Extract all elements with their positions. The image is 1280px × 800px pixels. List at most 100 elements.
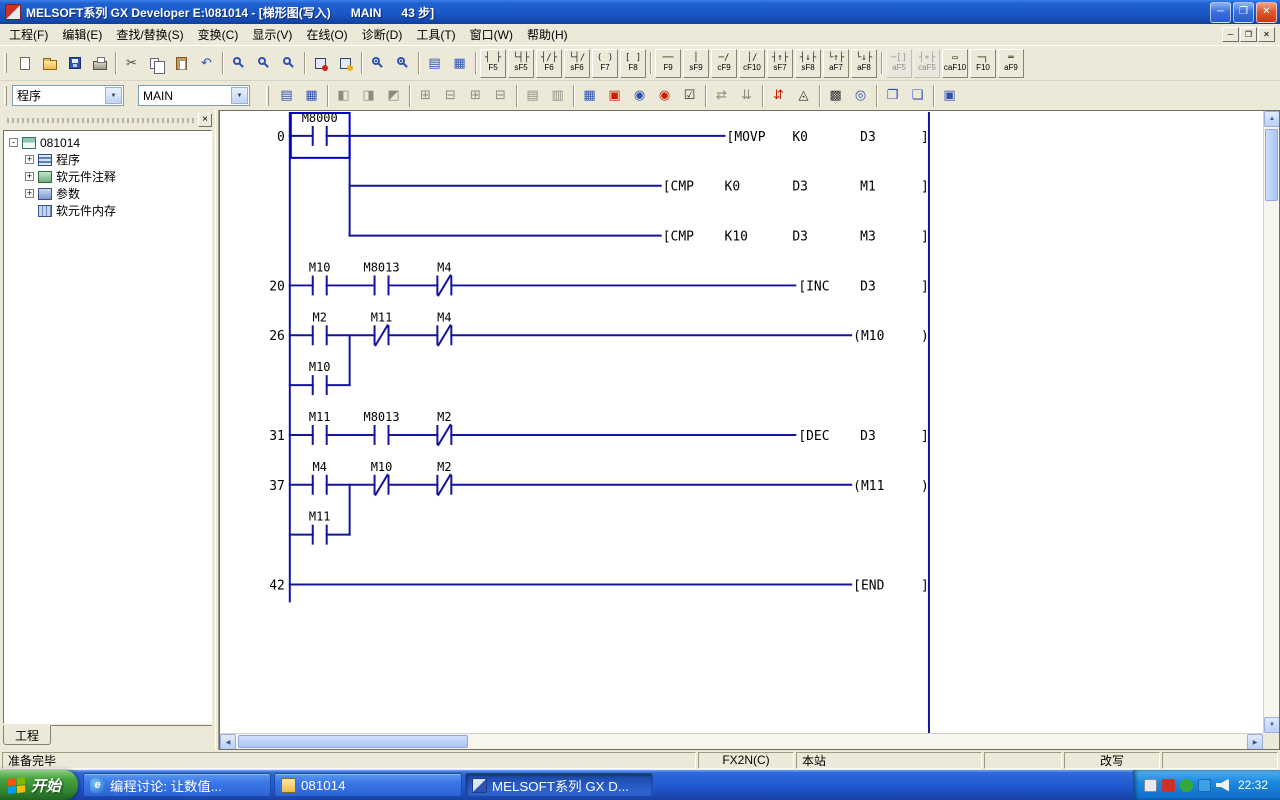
read-mode-button[interactable]: ◧ <box>331 83 356 108</box>
ladder-symbol-sF5-button[interactable]: └┤├sF5 <box>508 49 534 78</box>
ladder-symbol-sF7-button[interactable]: ┤↑├sF7 <box>767 49 793 78</box>
ladder-contact-M10[interactable]: M10 <box>309 260 331 294</box>
program-check-button[interactable]: ☑ <box>677 83 702 108</box>
menu-item-4[interactable]: 显示(V) <box>245 23 299 46</box>
menu-item-3[interactable]: 变换(C) <box>191 23 246 46</box>
ladder-editor[interactable]: M8000M10M8013M4M2M11M4M10M11M8013M2M4M10… <box>219 110 1280 750</box>
mdi-restore-button[interactable]: ❐ <box>1240 27 1257 42</box>
ladder-contact-M2[interactable]: M2 <box>437 410 451 445</box>
insert-row-button[interactable]: ⊞ <box>413 83 438 108</box>
replace-button[interactable] <box>276 51 301 76</box>
menu-item-2[interactable]: 查找/替换(S) <box>109 23 190 46</box>
expand-icon[interactable]: + <box>25 155 34 164</box>
ladder-symbol-cF10-button[interactable]: │/cF10 <box>739 49 765 78</box>
program-type-combobox[interactable]: 程序 ▼ <box>12 85 124 106</box>
horizontal-scrollbar-thumb[interactable] <box>238 735 468 748</box>
ladder-symbol-aF7-button[interactable]: └↑├aF7 <box>823 49 849 78</box>
find-button[interactable] <box>226 51 251 76</box>
zoom-in-button[interactable] <box>365 51 390 76</box>
ladder-symbol-F10-button[interactable]: ─┐F10 <box>970 49 996 78</box>
minimize-button[interactable]: ─ <box>1210 2 1231 23</box>
project-tree[interactable]: - 081014 +程序+软元件注释+参数软元件内存 <box>3 130 212 724</box>
transfer-setup-button[interactable]: ⇄ <box>709 83 734 108</box>
convert-button[interactable] <box>308 51 333 76</box>
write-to-plc-button[interactable]: ⇊ <box>734 83 759 108</box>
statement-edit-button[interactable]: ▥ <box>545 83 570 108</box>
ladder-contact-M2[interactable]: M2 <box>313 310 327 344</box>
tree-item-1[interactable]: +软元件注释 <box>4 168 211 185</box>
expand-icon[interactable]: + <box>25 189 34 198</box>
monitor-start-button[interactable]: ◉ <box>627 83 652 108</box>
menu-item-7[interactable]: 工具(T) <box>409 23 462 46</box>
tree-root[interactable]: - 081014 <box>4 134 211 151</box>
comment-display-button[interactable]: ▤ <box>422 51 447 76</box>
start-button[interactable]: 开始 <box>0 770 78 800</box>
monitor-mode-button[interactable]: ◩ <box>381 83 406 108</box>
ladder-contact-M4[interactable]: M4 <box>437 260 451 295</box>
paste-button[interactable] <box>169 51 194 76</box>
ladder-contact-M11[interactable]: M11 <box>309 510 331 544</box>
verify-with-plc-button[interactable]: ⇵ <box>766 83 791 108</box>
tray-network-icon[interactable] <box>1198 779 1211 792</box>
cascade-windows-button[interactable]: ❏ <box>905 83 930 108</box>
ladder-symbol-caF10-button[interactable]: ▭caF10 <box>942 49 968 78</box>
monitor-stop-button[interactable]: ◉ <box>652 83 677 108</box>
tray-app-icon-1[interactable] <box>1144 779 1157 792</box>
ladder-contact-M4[interactable]: M4 <box>437 310 451 345</box>
menu-item-0[interactable]: 工程(F) <box>2 23 55 46</box>
ladder-symbol-aF9-button[interactable]: ═aF9 <box>998 49 1024 78</box>
taskbar-task-1[interactable]: 081014 <box>274 773 462 797</box>
tree-item-0[interactable]: +程序 <box>4 151 211 168</box>
expand-icon[interactable]: + <box>25 172 34 181</box>
tab-project[interactable]: 工程 <box>3 725 51 745</box>
ladder-symbol-sF8-button[interactable]: ┤↓├sF8 <box>795 49 821 78</box>
chevron-down-icon[interactable]: ▼ <box>105 87 122 104</box>
ladder-contact-M11[interactable]: M11 <box>309 410 331 444</box>
ladder-contact-M4[interactable]: M4 <box>313 460 327 494</box>
device-test-button[interactable]: ▣ <box>602 83 627 108</box>
panel-close-button[interactable]: × <box>198 113 212 127</box>
tile-windows-button[interactable]: ❐ <box>880 83 905 108</box>
close-button[interactable]: ✕ <box>1256 2 1277 23</box>
mdi-close-button[interactable]: ✕ <box>1258 27 1275 42</box>
zoom-monitor-button[interactable]: ◎ <box>848 83 873 108</box>
scroll-right-icon[interactable]: ▶ <box>1247 734 1263 750</box>
zoom-out-button[interactable] <box>390 51 415 76</box>
ladder-symbol-cF9-button[interactable]: ─/cF9 <box>711 49 737 78</box>
ladder-symbol-F7-button[interactable]: ( )F7 <box>592 49 618 78</box>
entry-data-monitor-button[interactable]: ▩ <box>823 83 848 108</box>
ladder-contact-M8013[interactable]: M8013 <box>364 260 400 294</box>
program-list-button[interactable]: ▦ <box>299 83 324 108</box>
collapse-icon[interactable]: - <box>9 138 18 147</box>
ladder-symbol-aF5-button[interactable]: ─[]aF5 <box>886 49 912 78</box>
taskbar-task-0[interactable]: e编程讨论: 让数值... <box>83 773 271 797</box>
restore-button[interactable]: ❐ <box>1233 2 1254 23</box>
tree-item-2[interactable]: +参数 <box>4 185 211 202</box>
monitor-display-button[interactable]: ▦ <box>447 51 472 76</box>
ladder-contact-M11[interactable]: M11 <box>371 310 393 345</box>
panel-grip[interactable] <box>7 118 194 123</box>
print-button[interactable] <box>87 51 112 76</box>
cut-button[interactable]: ✂ <box>119 51 144 76</box>
find-device-button[interactable] <box>251 51 276 76</box>
mdi-minimize-button[interactable]: ─ <box>1222 27 1239 42</box>
delete-column-button[interactable]: ⊟ <box>488 83 513 108</box>
scroll-up-icon[interactable]: ▲ <box>1264 111 1280 127</box>
convert-all-button[interactable] <box>333 51 358 76</box>
tree-item-3[interactable]: 软元件内存 <box>4 202 211 219</box>
copy-button[interactable] <box>144 51 169 76</box>
ladder-contact-M2[interactable]: M2 <box>437 460 451 495</box>
ladder-symbol-caF5-button[interactable]: ┤∗├caF5 <box>914 49 940 78</box>
horizontal-scrollbar[interactable]: ◀ ▶ <box>220 733 1263 749</box>
ladder-contact-M8013[interactable]: M8013 <box>364 410 400 444</box>
menu-item-9[interactable]: 帮助(H) <box>520 23 575 46</box>
ladder-contact-M8000[interactable]: M8000 <box>302 111 338 145</box>
new-project-button[interactable] <box>12 51 37 76</box>
ladder-diagram[interactable]: M8000M10M8013M4M2M11M4M10M11M8013M2M4M10… <box>220 111 1263 733</box>
vertical-scrollbar-thumb[interactable] <box>1265 129 1278 201</box>
ladder-symbol-F6-button[interactable]: ┤/├F6 <box>536 49 562 78</box>
edit-screen-button[interactable]: ▤ <box>274 83 299 108</box>
menu-item-5[interactable]: 在线(O) <box>299 23 354 46</box>
delete-row-button[interactable]: ⊟ <box>438 83 463 108</box>
write-mode-button[interactable]: ◨ <box>356 83 381 108</box>
